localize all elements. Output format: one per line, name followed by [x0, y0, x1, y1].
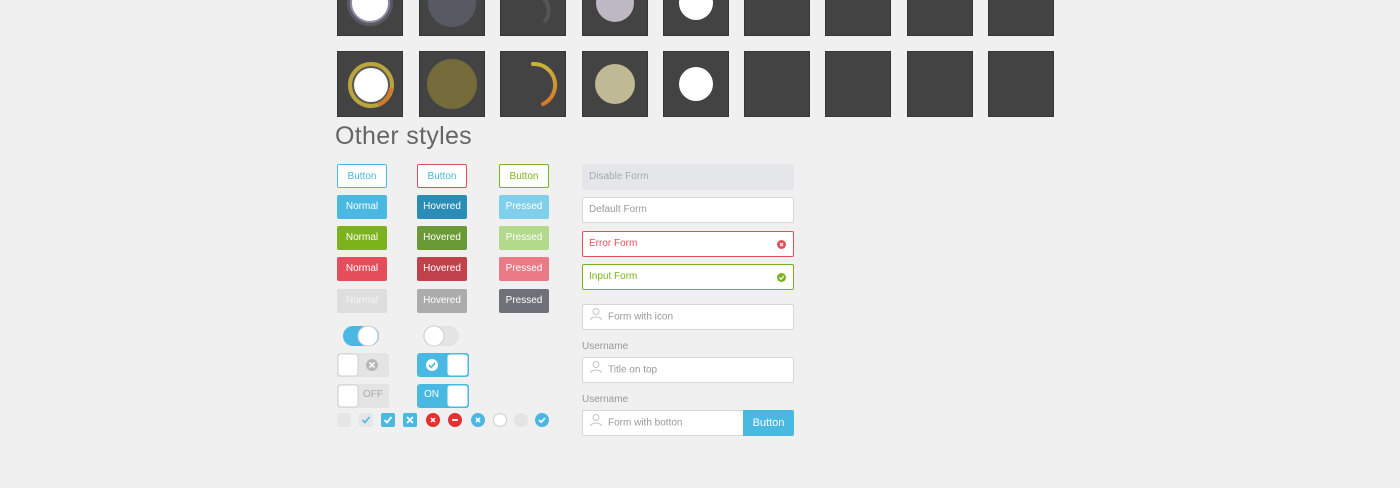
form-with-icon-text: Form with icon — [608, 311, 674, 323]
section-title: Other styles — [335, 122, 472, 150]
tile-empty — [744, 0, 810, 36]
button-gray-pressed[interactable]: Pressed — [499, 289, 549, 313]
button-green-hovered[interactable]: Hovered — [417, 226, 467, 250]
button-outline-blue[interactable]: Button — [337, 164, 387, 188]
tile-knob-light — [582, 0, 648, 36]
tile-empty — [825, 0, 891, 36]
tile-empty — [907, 51, 973, 117]
tile-knob-ring — [337, 0, 403, 36]
button-green-normal[interactable]: Normal — [337, 226, 387, 250]
checkbox-checked[interactable] — [381, 413, 395, 427]
error-form[interactable]: Error Form — [582, 231, 794, 257]
radio-empty-gray[interactable] — [514, 413, 528, 427]
error-circle-icon — [777, 240, 786, 249]
username-label-2: Username — [582, 394, 629, 405]
button-blue-hovered[interactable]: Hovered — [417, 195, 467, 219]
tile-knob-white — [663, 51, 729, 117]
input-form-text: Input Form — [589, 271, 638, 282]
toggle-switch-on[interactable] — [343, 325, 379, 347]
button-outline-green[interactable]: Button — [499, 164, 549, 188]
tile-knob-white — [663, 0, 729, 36]
form-with-button[interactable]: Form with botton — [582, 410, 744, 436]
tile-knob-olive — [419, 51, 485, 117]
button-gray-hovered[interactable]: Hovered — [417, 289, 467, 313]
default-form[interactable]: Default Form — [582, 197, 794, 223]
tile-knob-ring-gold — [337, 51, 403, 117]
tile-empty — [988, 0, 1054, 36]
button-outline-red[interactable]: Button — [417, 164, 467, 188]
input-form[interactable]: Input Form — [582, 264, 794, 290]
tile-knob-arc — [500, 0, 566, 36]
toggle-text-off[interactable]: OFF — [337, 384, 389, 408]
checkbox-crossed[interactable] — [403, 413, 417, 427]
button-green-pressed[interactable]: Pressed — [499, 226, 549, 250]
tile-empty — [744, 51, 810, 117]
button-blue-pressed[interactable]: Pressed — [499, 195, 549, 219]
tile-knob-arc-gold — [500, 51, 566, 117]
toggle-off-label: OFF — [363, 389, 383, 400]
tile-empty — [907, 0, 973, 36]
radio-checked[interactable] — [535, 413, 549, 427]
radio-error-x[interactable] — [426, 413, 440, 427]
radio-empty[interactable] — [493, 413, 507, 427]
form-with-icon[interactable]: Form with icon — [582, 304, 794, 330]
checkbox-empty[interactable] — [337, 413, 351, 427]
user-icon — [589, 358, 603, 382]
form-with-button-text: Form with botton — [608, 417, 683, 429]
tile-empty — [825, 51, 891, 117]
button-red-pressed[interactable]: Pressed — [499, 257, 549, 281]
user-icon — [589, 305, 603, 329]
toggle-x-off[interactable] — [337, 353, 389, 377]
tile-empty — [988, 51, 1054, 117]
check-circle-icon — [777, 273, 786, 282]
radio-error-minus[interactable] — [448, 413, 462, 427]
disabled-form: Disable Form — [582, 164, 794, 190]
button-red-hovered[interactable]: Hovered — [417, 257, 467, 281]
radio-blue-x[interactable] — [471, 413, 485, 427]
toggle-switch-off[interactable] — [423, 325, 459, 347]
toggle-check-on[interactable] — [417, 353, 469, 377]
toggle-on-label: ON — [424, 389, 439, 400]
button-gray-normal[interactable]: Normal — [337, 289, 387, 313]
button-blue-normal[interactable]: Normal — [337, 195, 387, 219]
button-red-normal[interactable]: Normal — [337, 257, 387, 281]
user-icon — [589, 411, 603, 435]
tile-knob-dark — [419, 0, 485, 36]
title-on-top-text: Title on top — [608, 364, 658, 376]
form-submit-button[interactable]: Button — [743, 410, 794, 436]
default-form-text: Default Form — [589, 204, 647, 215]
title-on-top-form[interactable]: Title on top — [582, 357, 794, 383]
checkbox-checked-light[interactable] — [359, 413, 373, 427]
error-form-text: Error Form — [589, 238, 638, 249]
tile-knob-beige — [582, 51, 648, 117]
username-label-1: Username — [582, 341, 629, 352]
toggle-text-on[interactable]: ON — [417, 384, 469, 408]
